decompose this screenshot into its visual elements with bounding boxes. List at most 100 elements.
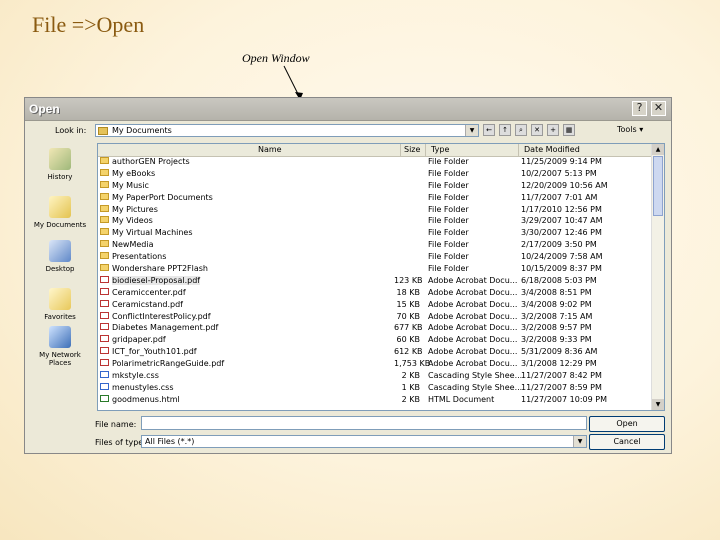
chevron-down-icon[interactable]: ▼ <box>465 125 478 136</box>
file-name: authorGEN Projects <box>112 157 190 166</box>
file-row[interactable]: My Virtual Machines File Folder 3/30/2007 … <box>98 227 653 239</box>
file-type: File Folder <box>428 252 469 262</box>
place-network[interactable]: My Network Places <box>31 326 89 367</box>
place-my-documents[interactable]: My Documents <box>31 196 89 229</box>
file-row[interactable]: mkstyle.css 2 KB Cascading Style Shee... 11… <box>98 370 653 382</box>
file-row[interactable]: biodiesel-Proposal.pdf 123 KB Adobe Acroba… <box>98 275 653 287</box>
file-row[interactable]: ICT_for_Youth101.pdf 612 KB Adobe Acrobat … <box>98 346 653 358</box>
column-type[interactable]: Type <box>431 145 449 154</box>
file-type: File Folder <box>428 216 469 226</box>
column-date[interactable]: Date Modified <box>524 145 580 154</box>
folder-file-icon <box>100 240 109 248</box>
file-name-input[interactable] <box>141 416 587 430</box>
network-icon <box>49 326 71 348</box>
file-date: 3/4/2008 8:51 PM <box>521 287 592 297</box>
file-row[interactable]: ConflictInterestPolicy.pdf 70 KB Adobe Acr… <box>98 311 653 323</box>
file-row[interactable]: My Pictures File Folder 1/17/2010 12:56 PM <box>98 204 653 216</box>
file-row[interactable]: Wondershare PPT2Flash File Folder 10/15/20… <box>98 263 653 275</box>
cancel-button[interactable]: Cancel <box>589 434 665 450</box>
tools-menu[interactable]: Tools ▾ <box>617 125 643 134</box>
back-icon[interactable]: ← <box>483 124 495 136</box>
file-name: Ceramicstand.pdf <box>112 299 183 309</box>
file-name: PolarimetricRangeGuide.pdf <box>112 359 225 369</box>
history-icon <box>49 148 71 170</box>
file-list[interactable]: Name Size Type Date Modified authorGEN P… <box>97 143 665 411</box>
vertical-scrollbar[interactable]: ▲ ▼ <box>651 144 664 410</box>
file-row[interactable]: Ceramiccenter.pdf 18 KB Adobe Acrobat Docu… <box>98 287 653 299</box>
file-type: Adobe Acrobat Docu... <box>428 287 518 297</box>
file-type-select[interactable]: All Files (*.*) ▼ <box>141 435 587 448</box>
file-type: HTML Document <box>428 394 495 404</box>
delete-icon[interactable]: ✕ <box>531 124 543 136</box>
css-file-icon <box>100 371 109 379</box>
file-row[interactable]: My eBooks File Folder 10/2/2007 5:13 PM <box>98 168 653 180</box>
file-type: Adobe Acrobat Docu... <box>428 335 518 345</box>
file-row[interactable]: authorGEN Projects File Folder 11/25/2009 … <box>98 156 653 168</box>
place-desktop[interactable]: Desktop <box>31 240 89 273</box>
place-favorites[interactable]: Favorites <box>31 288 89 321</box>
slide-title: File =>Open <box>32 12 145 37</box>
file-date: 11/7/2007 7:01 AM <box>521 192 598 202</box>
column-size[interactable]: Size <box>404 145 420 154</box>
file-name: ICT_for_Youth101.pdf <box>112 347 197 357</box>
file-size: 123 KB <box>394 275 423 285</box>
place-history[interactable]: History <box>31 148 89 181</box>
file-date: 2/17/2009 3:50 PM <box>521 240 597 250</box>
file-row[interactable]: My Music File Folder 12/20/2009 10:56 AM <box>98 180 653 192</box>
place-label: Desktop <box>45 265 75 273</box>
file-date: 1/17/2010 12:56 PM <box>521 204 602 214</box>
file-row[interactable]: goodmenus.html 2 KB HTML Document 11/27/200… <box>98 394 653 406</box>
scroll-up-icon[interactable]: ▲ <box>652 144 664 155</box>
file-row[interactable]: Ceramicstand.pdf 15 KB Adobe Acrobat Docu.… <box>98 299 653 311</box>
file-name: ConflictInterestPolicy.pdf <box>112 311 211 321</box>
file-row[interactable]: menustyles.css 1 KB Cascading Style Shee..… <box>98 382 653 394</box>
file-row[interactable]: My PaperPort Documents File Folder 11/7/20… <box>98 192 653 204</box>
open-dialog: Open ? ✕ Look in: My Documents ▼ ← ↑ ⌕ ✕… <box>24 97 672 454</box>
scroll-down-icon[interactable]: ▼ <box>652 399 664 410</box>
file-row[interactable]: NewMedia File Folder 2/17/2009 3:50 PM <box>98 239 653 251</box>
file-row[interactable]: gridpaper.pdf 60 KB Adobe Acrobat Docu... 3… <box>98 334 653 346</box>
chevron-down-icon[interactable]: ▼ <box>573 436 586 447</box>
dialog-titlebar[interactable]: Open ? ✕ <box>25 98 671 121</box>
folder-icon <box>98 127 108 135</box>
file-date: 11/25/2009 9:14 PM <box>521 157 602 166</box>
file-row[interactable]: PolarimetricRangeGuide.pdf 1,753 KB Adobe … <box>98 358 653 370</box>
pdf-file-icon <box>100 335 109 343</box>
file-type: File Folder <box>428 168 469 178</box>
file-type: Cascading Style Shee... <box>428 371 523 381</box>
column-name[interactable]: Name <box>258 145 282 154</box>
file-date: 3/2/2008 7:15 AM <box>521 311 593 321</box>
views-icon[interactable]: ▦ <box>563 124 575 136</box>
file-name: Presentations <box>112 252 167 262</box>
file-date: 3/2/2008 9:33 PM <box>521 335 592 345</box>
file-size: 677 KB <box>394 323 423 333</box>
file-row[interactable]: My Videos File Folder 3/29/2007 10:47 AM <box>98 215 653 227</box>
file-size: 612 KB <box>394 347 423 357</box>
open-button[interactable]: Open <box>589 416 665 432</box>
file-date: 11/27/2007 10:09 PM <box>521 394 607 404</box>
file-date: 3/2/2008 9:57 PM <box>521 323 592 333</box>
file-type: File Folder <box>428 157 469 166</box>
up-folder-icon[interactable]: ↑ <box>499 124 511 136</box>
file-type: Adobe Acrobat Docu... <box>428 359 518 369</box>
places-bar: History My Documents Desktop Favorites M… <box>31 144 89 434</box>
file-date: 10/15/2009 8:37 PM <box>521 264 602 274</box>
file-row[interactable]: Diabetes Management.pdf 677 KB Adobe Acrob… <box>98 322 653 334</box>
help-button[interactable]: ? <box>632 101 647 116</box>
search-icon[interactable]: ⌕ <box>515 124 527 136</box>
place-label: My Network Places <box>39 351 81 367</box>
documents-icon <box>49 196 71 218</box>
file-date: 11/27/2007 8:59 PM <box>521 382 602 392</box>
look-in-dropdown[interactable]: My Documents ▼ <box>95 124 479 137</box>
scroll-thumb[interactable] <box>653 156 663 216</box>
pdf-file-icon <box>100 359 109 367</box>
file-row[interactable]: Presentations File Folder 10/24/2009 7:58 … <box>98 251 653 263</box>
file-date: 5/31/2009 8:36 AM <box>521 347 598 357</box>
file-name: My Virtual Machines <box>112 228 193 238</box>
look-in-label: Look in: <box>55 126 87 135</box>
close-button[interactable]: ✕ <box>651 101 666 116</box>
folder-file-icon <box>100 252 109 260</box>
file-date: 3/4/2008 9:02 PM <box>521 299 592 309</box>
new-folder-icon[interactable]: + <box>547 124 559 136</box>
html-file-icon <box>100 394 109 402</box>
